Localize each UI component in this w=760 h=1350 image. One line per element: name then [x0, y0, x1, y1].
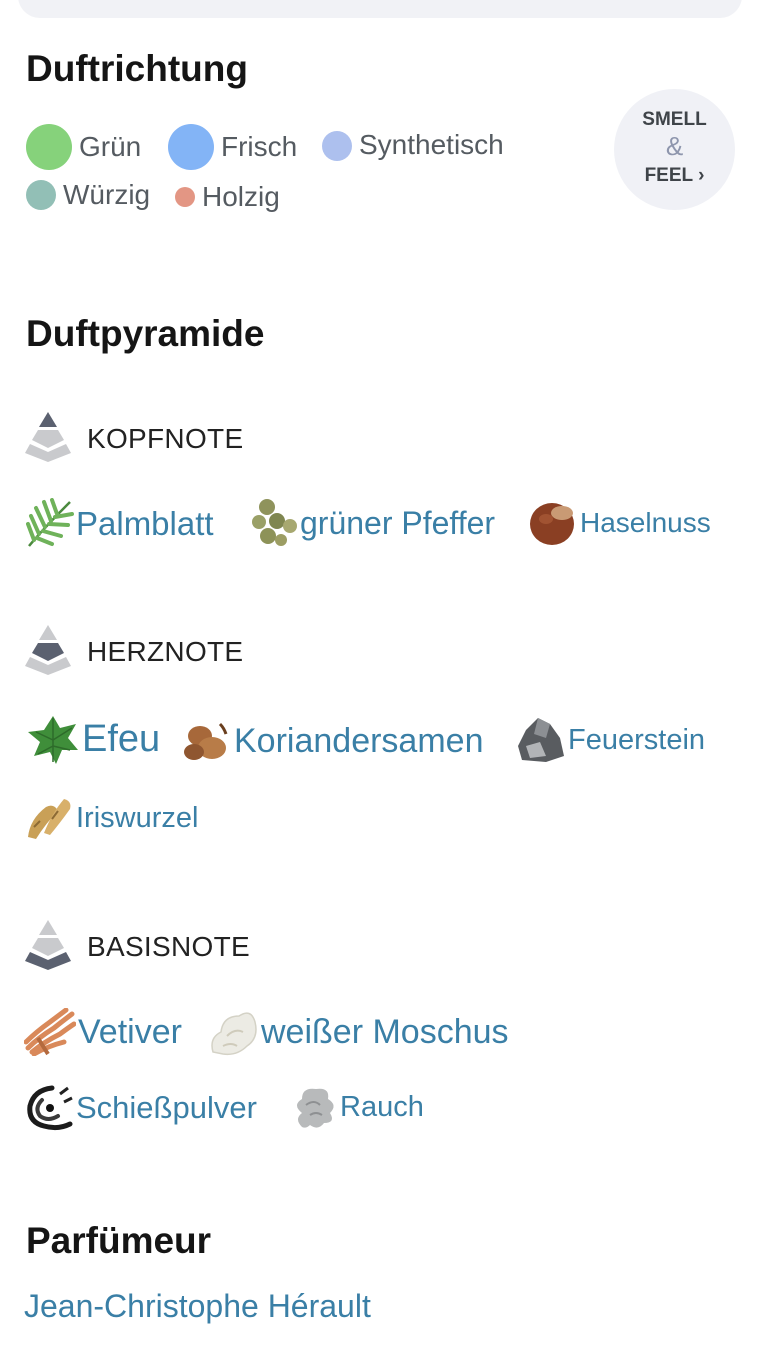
vetiver-icon [24, 1008, 76, 1056]
smell-and-feel-button[interactable]: SMELL & FEEL › [614, 89, 735, 210]
accord-dot [26, 124, 72, 170]
note-name: Feuerstein [568, 723, 706, 756]
note-name: weißer Moschus [261, 1012, 509, 1051]
note-name: Haselnuss [580, 507, 711, 538]
pyramid-middle-icon [24, 623, 72, 680]
accord-dot [26, 180, 56, 210]
note-feuerstein[interactable]: Feuerstein [516, 716, 705, 764]
palm-leaf-icon [26, 498, 74, 550]
note-name: Koriandersamen [234, 721, 484, 760]
top-note-header: KOPFNOTE [24, 410, 243, 467]
accord-dot [168, 124, 214, 170]
accord-gruen[interactable]: Grün [26, 124, 141, 170]
accord-holzig[interactable]: Holzig [175, 181, 280, 213]
note-weisser-moschus[interactable]: weißer Moschus [207, 1006, 509, 1058]
green-pepper-icon [250, 498, 298, 548]
accords-title: Duftrichtung [26, 48, 248, 89]
note-name: Iriswurzel [76, 801, 199, 834]
accord-label: Frisch [221, 131, 298, 162]
base-note-label: BASISNOTE [87, 930, 250, 962]
note-name: Rauch [340, 1090, 424, 1123]
base-note-header: BASISNOTE [24, 918, 250, 975]
iris-root-icon [24, 793, 74, 843]
accord-dot [175, 187, 195, 207]
pyramid-title: Duftpyramide [26, 313, 265, 354]
top-card [18, 0, 742, 18]
note-name: Efeu [82, 717, 161, 760]
accord-label: Holzig [202, 181, 280, 212]
note-name: grüner Pfeffer [300, 504, 496, 541]
heart-note-header: HERZNOTE [24, 623, 243, 680]
accord-label: Würzig [63, 179, 151, 210]
note-name: Schießpulver [76, 1090, 257, 1125]
perfumer-title: Parfümeur [26, 1220, 212, 1261]
pyramid-top-icon [24, 410, 72, 467]
note-efeu[interactable]: Efeu [26, 712, 160, 766]
note-vetiver[interactable]: Vetiver [24, 1008, 182, 1056]
smell-label: SMELL [642, 109, 707, 130]
hazelnut-icon [528, 499, 578, 547]
note-rauch[interactable]: Rauch [288, 1083, 424, 1131]
accord-dot [322, 131, 352, 161]
note-haselnuss[interactable]: Haselnuss [528, 499, 711, 547]
note-name: Vetiver [78, 1012, 182, 1051]
pyramid-base-icon [24, 918, 72, 975]
note-iriswurzel[interactable]: Iriswurzel [24, 793, 198, 843]
accord-label: Grün [79, 131, 142, 162]
gunpowder-icon [24, 1084, 74, 1132]
heart-note-label: HERZNOTE [87, 635, 244, 667]
white-musk-icon [207, 1006, 259, 1058]
accord-wuerzig[interactable]: Würzig [26, 179, 150, 211]
coriander-seeds-icon [180, 718, 232, 764]
flint-icon [516, 716, 566, 764]
note-name: Palmblatt [76, 505, 214, 542]
note-koriandersamen[interactable]: Koriandersamen [180, 718, 483, 764]
top-note-label: KOPFNOTE [87, 422, 244, 454]
ivy-icon [26, 712, 80, 766]
note-gruener-pfeffer[interactable]: grüner Pfeffer [250, 498, 495, 548]
note-palmblatt[interactable]: Palmblatt [26, 498, 214, 550]
ampersand-label: & [665, 131, 684, 161]
accord-frisch[interactable]: Frisch [168, 124, 297, 170]
accord-label: Synthetisch [359, 128, 504, 160]
feel-label: FEEL › [644, 165, 705, 186]
smoke-icon [288, 1083, 338, 1131]
perfumer-link[interactable]: Jean-Christophe Hérault [24, 1288, 371, 1325]
accord-synthetisch[interactable]: Synthetisch [322, 128, 504, 161]
note-schiesspulver[interactable]: Schießpulver [24, 1084, 257, 1132]
